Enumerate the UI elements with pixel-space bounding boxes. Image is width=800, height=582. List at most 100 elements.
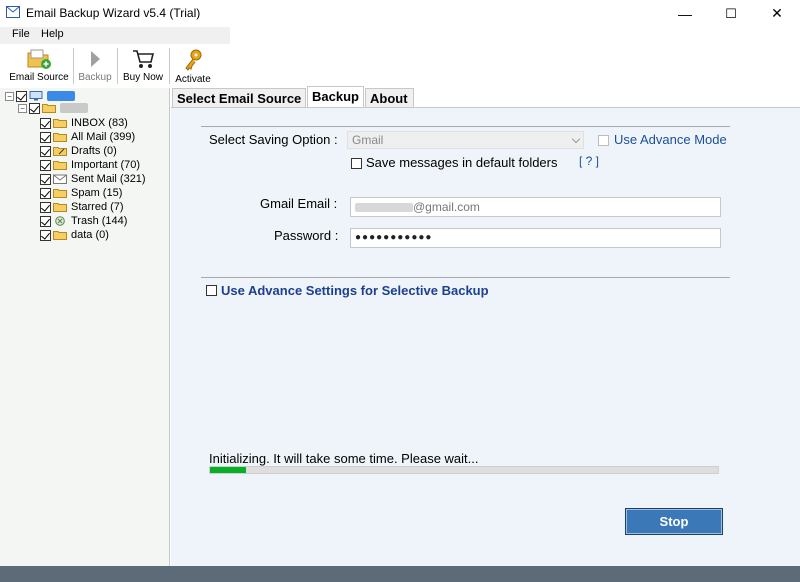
tab-about[interactable]: About <box>365 88 414 107</box>
saving-option-value: Gmail <box>352 133 384 147</box>
minimize-button[interactable]: — <box>662 0 708 27</box>
folder-icon <box>53 161 67 170</box>
email-username-redacted <box>355 203 413 213</box>
divider-middle <box>201 277 730 278</box>
status-bar <box>0 566 800 582</box>
menu-help[interactable]: Help <box>41 28 64 40</box>
tree-checkbox[interactable] <box>40 201 51 213</box>
backup-panel: Select Saving Option : Gmail Use Advance… <box>171 107 800 566</box>
tree-checkbox[interactable] <box>40 187 51 199</box>
maximize-button[interactable]: ☐ <box>708 0 754 27</box>
tree-checkbox[interactable] <box>40 131 51 143</box>
gmail-email-label: Gmail Email : <box>260 196 338 211</box>
folder-icon <box>42 104 56 113</box>
toolbar-separator <box>117 48 118 84</box>
gmail-email-input[interactable]: @gmail.com <box>350 197 721 217</box>
window-title: Email Backup Wizard v5.4 (Trial) <box>26 6 201 20</box>
folder-icon <box>53 203 67 212</box>
folder-label: Drafts (0) <box>71 145 117 157</box>
folder-label: Sent Mail (321) <box>71 173 146 185</box>
password-label: Password : <box>274 228 339 243</box>
computer-icon <box>29 91 43 101</box>
mailbox-name-redacted <box>60 103 88 113</box>
shopping-cart-icon <box>133 50 155 68</box>
menu-bar: File Help <box>0 27 230 44</box>
tree-folder-item[interactable]: INBOX (83) <box>40 116 128 130</box>
advance-mode-label[interactable]: Use Advance Mode <box>614 132 727 147</box>
app-envelope-icon <box>6 6 20 18</box>
toolbar-separator <box>73 48 74 84</box>
advance-mode-checkbox[interactable] <box>598 135 609 146</box>
help-link[interactable]: [ ? ] <box>579 154 599 168</box>
folder-label: All Mail (399) <box>71 131 136 143</box>
save-default-folders-label: Save messages in default folders <box>366 155 558 170</box>
divider-top <box>201 126 730 127</box>
stop-button[interactable]: Stop <box>625 508 723 535</box>
toolbar: Email Source Backup Buy Now Activate <box>0 44 800 88</box>
title-bar: Email Backup Wizard v5.4 (Trial) — ☐ ✕ <box>0 0 800 27</box>
app-window: Email Backup Wizard v5.4 (Trial) — ☐ ✕ F… <box>0 0 800 582</box>
tree-folder-item[interactable]: Starred (7) <box>40 200 124 214</box>
progress-bar <box>209 466 719 474</box>
activate-button[interactable]: Activate <box>172 44 214 88</box>
tree-checkbox[interactable] <box>40 117 51 129</box>
tree-checkbox[interactable] <box>40 229 51 241</box>
collapse-icon[interactable]: − <box>18 103 27 113</box>
email-source-button[interactable]: Email Source <box>8 44 70 88</box>
buy-now-button[interactable]: Buy Now <box>120 44 166 88</box>
backup-button[interactable]: Backup <box>76 44 114 88</box>
save-default-folders-checkbox[interactable] <box>351 158 362 169</box>
folder-label: Starred (7) <box>71 201 124 213</box>
tree-folder-item[interactable]: Important (70) <box>40 158 140 172</box>
progress-status-text: Initializing. It will take some time. Pl… <box>209 451 479 466</box>
tree-folder-item[interactable]: Sent Mail (321) <box>40 172 146 186</box>
saving-option-label: Select Saving Option : <box>209 132 338 147</box>
progress-bar-fill <box>210 467 246 473</box>
folder-icon <box>53 133 67 142</box>
tab-select-email-source[interactable]: Select Email Source <box>172 88 306 107</box>
sent-icon <box>53 174 67 184</box>
folder-tree-pane: − − INBOX (83) All Mail (399) Drafts (0)… <box>0 88 170 566</box>
tree-gmail-node[interactable]: − <box>18 101 88 115</box>
folder-label: Important (70) <box>71 159 141 171</box>
folder-icon <box>53 189 67 198</box>
tree-folder-item[interactable]: Drafts (0) <box>40 144 117 158</box>
tree-checkbox[interactable] <box>40 173 51 185</box>
folder-label: Spam (15) <box>71 187 123 199</box>
menu-file[interactable]: File <box>12 28 30 40</box>
close-button[interactable]: ✕ <box>754 0 800 27</box>
chevron-down-icon <box>571 134 581 144</box>
tree-folder-item[interactable]: Trash (144) <box>40 214 127 228</box>
play-arrow-icon <box>91 51 100 67</box>
folder-label: INBOX (83) <box>71 117 128 129</box>
tree-checkbox[interactable] <box>16 90 27 102</box>
toolbar-separator <box>169 48 170 84</box>
tree-folder-item[interactable]: All Mail (399) <box>40 130 135 144</box>
trash-icon <box>55 216 65 226</box>
tab-backup[interactable]: Backup <box>307 86 364 107</box>
tree-checkbox[interactable] <box>40 215 51 227</box>
folder-icon <box>53 231 67 240</box>
drafts-icon <box>53 147 67 156</box>
folder-icon <box>53 119 67 128</box>
email-source-label: Email Source <box>9 72 69 83</box>
tree-checkbox[interactable] <box>29 102 40 114</box>
tree-checkbox[interactable] <box>40 145 51 157</box>
tree-folder-item[interactable]: data (0) <box>40 228 109 242</box>
gmail-email-value: @gmail.com <box>413 200 480 214</box>
activate-label: Activate <box>175 74 211 85</box>
collapse-icon[interactable]: − <box>5 91 14 101</box>
advance-settings-checkbox[interactable] <box>206 285 217 296</box>
add-folder-icon <box>27 49 51 69</box>
buy-now-label: Buy Now <box>122 72 163 83</box>
folder-label: Trash (144) <box>71 215 128 227</box>
tree-checkbox[interactable] <box>40 159 51 171</box>
menu-bar-filler <box>230 27 800 44</box>
backup-label: Backup <box>78 72 112 83</box>
password-input[interactable]: ●●●●●●●●●●● <box>350 228 721 248</box>
tree-folder-item[interactable]: Spam (15) <box>40 186 122 200</box>
key-icon <box>185 49 202 71</box>
advance-settings-label[interactable]: Use Advance Settings for Selective Backu… <box>221 283 489 298</box>
folder-label: data (0) <box>71 229 109 241</box>
saving-option-select[interactable]: Gmail <box>347 131 584 149</box>
